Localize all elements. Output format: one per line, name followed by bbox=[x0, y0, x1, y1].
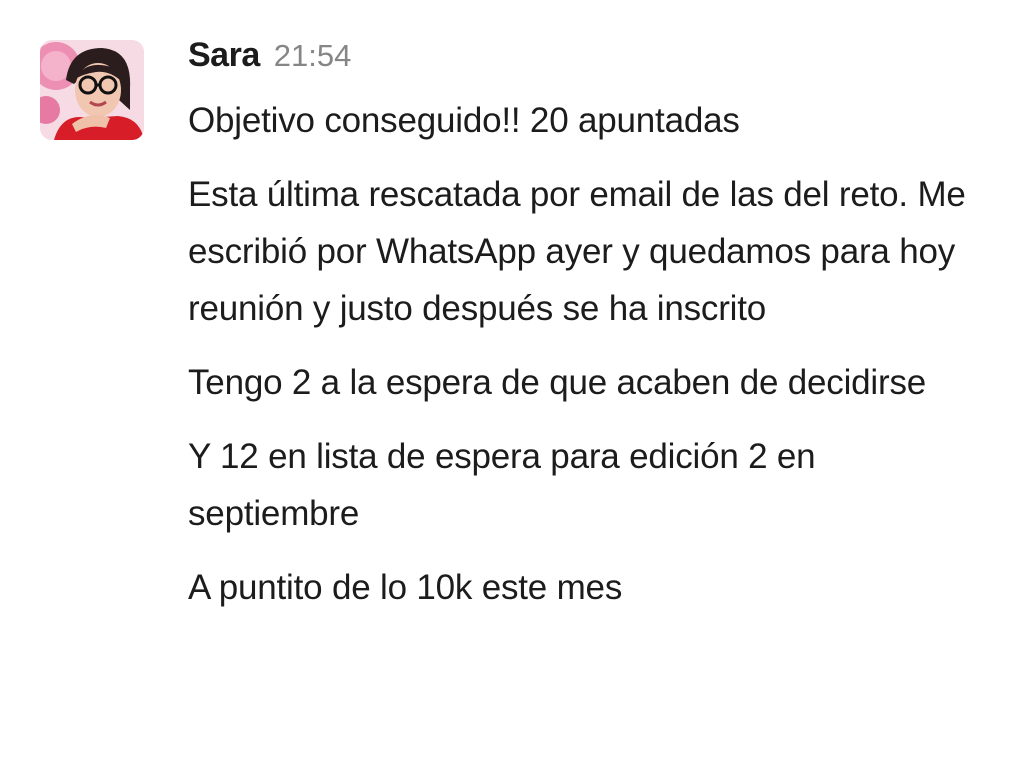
user-avatar-icon bbox=[40, 40, 144, 140]
message-body: Objetivo conseguido!! 20 apuntadas Esta … bbox=[188, 92, 978, 633]
message-timestamp[interactable]: 21:54 bbox=[274, 38, 352, 74]
chat-message: Sara 21:54 Objetivo conseguido!! 20 apun… bbox=[0, 0, 1024, 762]
message-paragraph: A puntito de lo 10k este mes bbox=[188, 568, 623, 607]
message-paragraph: Esta última rescatada por email de las d… bbox=[188, 175, 966, 328]
message-paragraph: Tengo 2 a la espera de que acaben de dec… bbox=[188, 363, 927, 402]
author-name[interactable]: Sara bbox=[188, 36, 260, 75]
avatar[interactable] bbox=[40, 40, 144, 140]
message-paragraph: Y 12 en lista de espera para edición 2 e… bbox=[188, 437, 816, 533]
message-paragraph: Objetivo conseguido!! 20 apuntadas bbox=[188, 101, 740, 140]
message-header: Sara 21:54 bbox=[188, 36, 351, 82]
